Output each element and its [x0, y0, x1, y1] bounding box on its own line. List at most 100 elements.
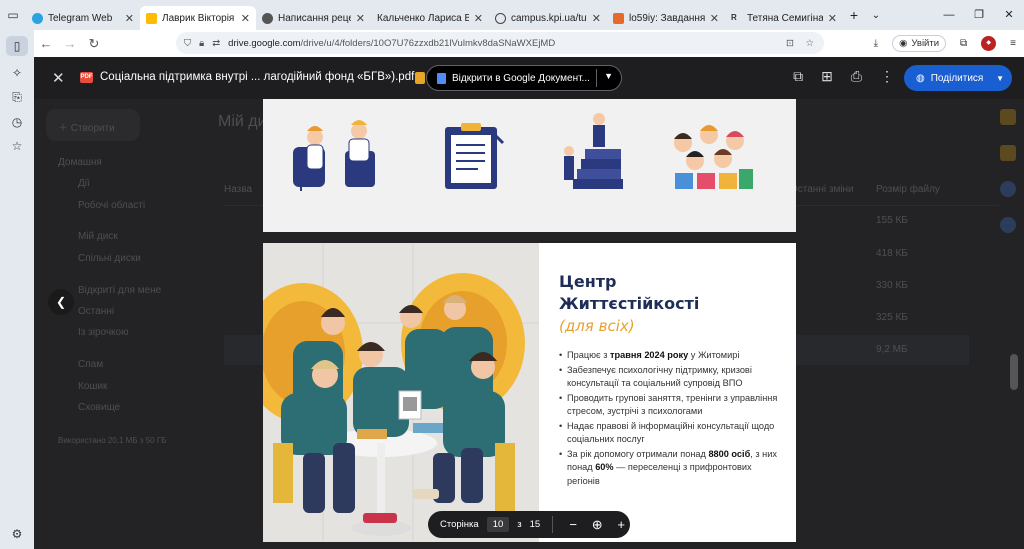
google-docs-icon — [437, 72, 446, 84]
site-icon — [262, 12, 273, 24]
login-label: Увійти — [911, 38, 940, 49]
close-viewer-icon[interactable]: ✕ — [52, 69, 65, 87]
bullet-item: За рік допомогу отримали понад 8800 осіб… — [559, 448, 783, 489]
illustration-row — [293, 113, 753, 191]
chevron-down-icon[interactable]: ▼ — [604, 71, 613, 81]
shield-icon: ⛉ — [184, 37, 192, 49]
sidebar-toggle-icon[interactable]: ▯ — [6, 36, 28, 56]
reload-button[interactable]: ↻ — [82, 36, 106, 52]
center-title-line2: Життєстійкості — [559, 294, 700, 313]
bullet-bold: 8800 осіб — [708, 448, 751, 459]
page-number-input[interactable]: 10 — [486, 517, 510, 532]
history-icon[interactable]: ◷ — [12, 115, 22, 129]
google-drive-icon — [146, 12, 157, 24]
team-photo — [263, 243, 539, 542]
site-icon — [613, 12, 624, 24]
url-field[interactable]: ⛉ 🔒︎ ⇄ drive.google.com/drive/u/4/folder… — [176, 32, 824, 54]
addon-icon[interactable]: ◆ — [981, 36, 997, 51]
file-title: Соціальна підтримка внутрі ... лагодійни… — [100, 71, 415, 83]
zoom-reset-icon[interactable]: ⊕ — [589, 517, 605, 533]
tab-campus[interactable]: campus.kpi.ua/tutor/in ✕ — [489, 6, 607, 30]
photo-illustration — [263, 243, 539, 542]
telegram-icon — [32, 12, 43, 24]
chevron-left-icon: ❮ — [55, 295, 67, 309]
close-tab-icon[interactable]: ✕ — [356, 12, 365, 25]
tab-semygina[interactable]: R Тетяна Семигіна (2024 ✕ — [725, 6, 843, 30]
open-with-label: Відкрити в Google Документ... — [452, 72, 590, 84]
bookmarks-icon[interactable]: ☆ — [12, 139, 23, 153]
tab-title: Лаврик Вікторія – Goo — [162, 12, 236, 24]
tab-list-icon[interactable]: ▭ — [0, 0, 26, 30]
login-button[interactable]: ◉ Увійти — [892, 35, 947, 52]
tab-title: Telegram Web — [48, 12, 113, 24]
page-controls: Сторінка 10 з 15 − ⊕ + — [428, 511, 630, 538]
gear-icon[interactable]: ⚙ — [12, 527, 23, 541]
back-button[interactable]: ← — [34, 36, 58, 51]
add-comment-icon[interactable]: ⊞ — [821, 68, 833, 85]
tab-kalchenko[interactable]: Кальченко Лариса Воло ✕ — [371, 6, 489, 30]
toolbar-right: ⤓ ◉ Увійти ⧉ ◆ ≡ — [874, 35, 1016, 52]
new-tab-button[interactable]: + — [843, 7, 865, 23]
address-bar: ← → ↻ ⛉ 🔒︎ ⇄ drive.google.com/drive/u/4/… — [34, 30, 1024, 57]
minimize-button[interactable]: — — [934, 0, 964, 30]
clipboard-illustration — [445, 123, 505, 189]
side-panel-rail — [996, 99, 1024, 549]
crowd-illustration — [674, 125, 753, 189]
bullet-text: Працює з — [567, 350, 610, 360]
share-button[interactable]: ◍ Поділитися ▼ — [904, 65, 1012, 91]
more-options-icon[interactable]: ⋮ — [880, 68, 894, 85]
close-tab-icon[interactable]: ✕ — [474, 12, 483, 25]
counseling-illustration — [293, 120, 375, 191]
bookmark-star-icon[interactable]: ☆ — [805, 38, 814, 49]
close-tab-icon[interactable]: ✕ — [592, 12, 601, 25]
zoom-in-button[interactable]: + — [613, 517, 629, 532]
url-host: drive.google.com — [228, 37, 301, 49]
tab-drive[interactable]: Лаврик Вікторія – Goo ✕ — [140, 6, 256, 30]
close-tab-icon[interactable]: ✕ — [125, 12, 134, 25]
contacts-icon — [1000, 217, 1016, 233]
close-tab-icon[interactable]: ✕ — [241, 12, 250, 25]
bullet-text: Забезпечує психологічну підтримку, кризо… — [567, 364, 752, 389]
add-to-drive-icon[interactable]: ⧉ — [793, 68, 803, 85]
print-icon[interactable]: ⎙ — [851, 68, 862, 85]
pdf-page-partial — [263, 99, 796, 232]
tab-title: Тетяна Семигіна (2024 — [747, 12, 823, 24]
page-of-label: з — [517, 519, 522, 530]
zoom-out-button[interactable]: − — [565, 517, 581, 532]
reader-view-icon[interactable]: ⊡ — [786, 38, 794, 49]
calendar-icon — [1000, 109, 1016, 125]
tab-title: campus.kpi.ua/tutor/in — [511, 12, 587, 24]
download-icon[interactable]: ⤓ — [874, 38, 878, 49]
bullet-text: За рік допомогу отримали понад — [567, 448, 709, 459]
close-tab-icon[interactable]: ✕ — [828, 12, 837, 25]
researchgate-icon: R — [731, 12, 737, 22]
tab-dropdown-icon[interactable]: ⌄ — [865, 10, 887, 21]
scrollbar-thumb[interactable] — [1010, 354, 1018, 390]
page-total: 15 — [529, 519, 541, 530]
books-illustration — [564, 113, 623, 189]
previous-file-button[interactable]: ❮ — [48, 289, 74, 315]
account-icon: ◉ — [899, 38, 908, 49]
bullet-list: Працює з травня 2024 року у Житомирі Заб… — [559, 349, 783, 488]
close-tab-icon[interactable]: ✕ — [710, 12, 719, 25]
restore-button[interactable]: ❐ — [964, 0, 994, 30]
open-with-button[interactable]: Відкрити в Google Документ... ▼ — [426, 65, 622, 91]
close-window-button[interactable]: ✕ — [994, 0, 1024, 30]
center-subtitle: (для всіх) — [559, 317, 635, 335]
tab-title: Написання рецензій | — [278, 12, 351, 24]
chevron-down-icon[interactable]: ▼ — [996, 74, 1004, 83]
extensions-icon[interactable]: ⧉ — [960, 38, 967, 49]
forward-button[interactable]: → — [58, 36, 82, 51]
menu-icon[interactable]: ≡ — [1010, 38, 1016, 49]
lock-icon: 🔒︎ — [199, 37, 205, 49]
divider — [552, 516, 554, 533]
bullet-text: Проводить групові заняття, тренінги з уп… — [567, 392, 778, 417]
ai-sparkle-icon[interactable]: ✧ — [12, 66, 22, 80]
tab-reviews[interactable]: Написання рецензій | ✕ — [256, 6, 371, 30]
bullet-bold: 60% — [595, 462, 614, 472]
tab-telegram[interactable]: Telegram Web ✕ — [26, 6, 140, 30]
globe-icon: ◍ — [916, 72, 925, 84]
synced-tabs-icon[interactable]: ⎘ — [12, 90, 22, 105]
bullet-item: Забезпечує психологічну підтримку, кризо… — [559, 364, 783, 391]
tab-lo59iy[interactable]: lo59iy: Завдання для ст ✕ — [607, 6, 725, 30]
